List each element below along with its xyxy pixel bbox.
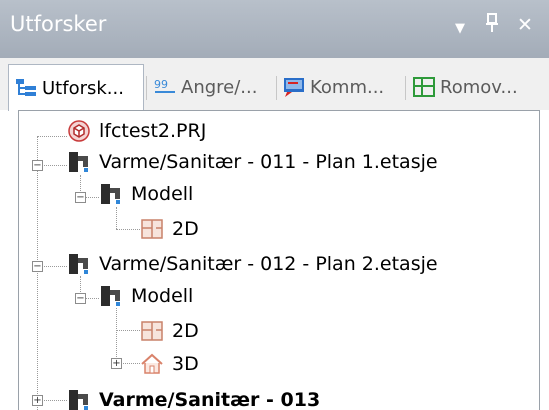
tree-item-label: 2D — [172, 320, 199, 342]
tree-item-label: Modell — [131, 183, 194, 205]
tab-comments[interactable]: Komm... — [277, 68, 403, 106]
faucet-icon — [69, 254, 88, 274]
tab-divider — [405, 76, 406, 100]
explorer-tree[interactable]: − − − − + + lfctest2.PRJ Varme/Sanitær -… — [18, 110, 540, 410]
tree-item-label: 3D — [172, 353, 199, 375]
tab-label: Romov... — [440, 76, 518, 98]
tree-connector — [44, 266, 67, 267]
tab-room-overview[interactable]: Romov... — [407, 68, 545, 106]
tree-connector — [116, 330, 140, 331]
tree-item-model[interactable]: Modell — [99, 179, 193, 209]
tree-connector — [116, 229, 140, 230]
tab-label: Utforsk... — [42, 77, 124, 99]
tree-item-label: Modell — [131, 285, 194, 307]
tree-item-label: 2D — [172, 218, 199, 240]
room-overview-icon — [413, 77, 435, 97]
tab-undo[interactable]: 99 Angre/... — [148, 68, 276, 106]
tree-connector — [85, 298, 99, 299]
collapse-toggle[interactable]: − — [75, 192, 86, 203]
collapse-toggle[interactable]: − — [75, 293, 86, 304]
close-icon[interactable]: ✕ — [517, 13, 533, 37]
tree-connector — [37, 136, 38, 410]
tree-connector — [120, 363, 140, 364]
expand-toggle[interactable]: + — [111, 358, 122, 369]
faucet-icon — [101, 286, 120, 306]
tab-explorer[interactable]: Utforsk... — [8, 64, 144, 111]
tree-item-2d[interactable]: 2D — [140, 214, 199, 244]
tab-divider — [146, 76, 147, 100]
pin-icon[interactable] — [485, 13, 499, 39]
panel-title: Utforsker — [10, 12, 107, 36]
tree-connector — [116, 207, 117, 229]
comments-icon — [284, 78, 304, 97]
collapse-toggle[interactable]: − — [32, 261, 43, 272]
expand-toggle[interactable]: + — [32, 395, 43, 406]
faucet-icon — [69, 390, 88, 410]
tree-item-2d[interactable]: 2D — [140, 316, 199, 346]
tree-item-label: Varme/Sanitær - 012 - Plan 2.etasje — [99, 253, 438, 275]
explorer-panel: Utforsker ▼ ✕ Utforsk... 99 Angre/... Ko… — [0, 0, 549, 410]
dropdown-icon[interactable]: ▼ — [455, 17, 465, 41]
tree-connector — [116, 308, 117, 363]
undo-history-icon: 99 — [154, 78, 175, 93]
tree-item-model[interactable]: Modell — [99, 281, 193, 311]
tree-item-label: Varme/Sanitær - 011 - Plan 1.etasje — [99, 151, 438, 173]
plan-2d-icon — [141, 219, 163, 239]
tab-label: Komm... — [310, 76, 385, 98]
tree-item-plan[interactable]: Varme/Sanitær - 013 — [67, 385, 320, 410]
tree-item-label: lfctest2.PRJ — [99, 120, 207, 142]
project-icon — [68, 120, 90, 142]
tree-item-project[interactable]: lfctest2.PRJ — [67, 116, 206, 146]
faucet-icon — [101, 184, 120, 204]
faucet-icon — [69, 152, 88, 172]
panel-titlebar[interactable]: Utforsker ▼ ✕ — [0, 0, 549, 58]
tree-item-plan[interactable]: Varme/Sanitær - 011 - Plan 1.etasje — [67, 147, 438, 177]
tree-view-icon — [16, 79, 36, 96]
tree-connector — [85, 197, 99, 198]
tab-label: Angre/... — [181, 76, 258, 98]
collapse-toggle[interactable]: − — [32, 160, 43, 171]
svg-text:99: 99 — [154, 78, 168, 91]
tree-connector — [44, 165, 67, 166]
tree-item-label: Varme/Sanitær - 013 — [99, 389, 321, 410]
tree-item-3d[interactable]: 3D — [140, 349, 199, 379]
plan-2d-icon — [141, 321, 163, 341]
tree-connector — [44, 400, 67, 401]
tree-connector — [37, 136, 67, 137]
house-3d-icon — [141, 353, 163, 374]
tree-item-plan[interactable]: Varme/Sanitær - 012 - Plan 2.etasje — [67, 249, 438, 279]
tab-strip: Utforsk... 99 Angre/... Komm... Romov... — [0, 58, 549, 111]
